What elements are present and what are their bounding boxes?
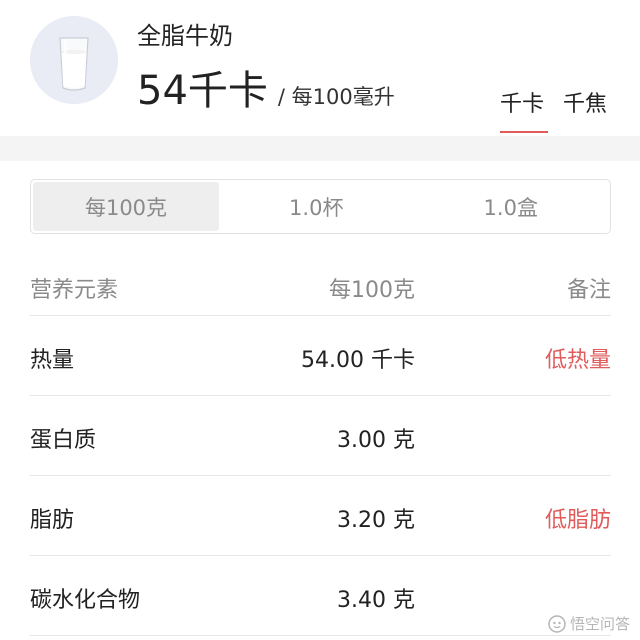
nutrient-name: 碳水化合物 xyxy=(30,588,141,613)
energy-unit: 千卡 xyxy=(187,68,268,114)
section-divider-band xyxy=(0,136,640,161)
nutrient-note: 低热量 xyxy=(544,348,611,373)
active-unit-indicator xyxy=(500,131,548,133)
energy-per-portion: / 每100毫升 xyxy=(277,85,395,109)
watermark-text: 悟空问答 xyxy=(569,615,630,633)
food-header: 全脂牛奶 54 千卡 / 每100毫升 千卡 千焦 xyxy=(0,0,640,136)
food-name: 全脂牛奶 xyxy=(137,22,233,50)
table-row: 蛋白质 3.00 克 xyxy=(30,396,611,476)
column-header-per-100g: 每100克 xyxy=(329,278,415,303)
tab-one-box[interactable]: 1.0盒 xyxy=(414,182,609,231)
table-row: 脂肪 3.20 克 低脂肪 xyxy=(30,476,611,556)
column-header-nutrient: 营养元素 xyxy=(30,278,119,303)
nutrient-name: 热量 xyxy=(30,348,75,373)
nutrition-table: 营养元素 每100克 备注 热量 54.00 千卡 低热量 蛋白质 3.00 克… xyxy=(30,256,611,636)
portion-tabs: 每100克 1.0杯 1.0盒 xyxy=(30,179,611,234)
energy-summary: 54 千卡 / 每100毫升 xyxy=(137,58,395,116)
unit-toggle-kcal[interactable]: 千卡 xyxy=(500,86,544,118)
nutrient-name: 脂肪 xyxy=(30,508,75,533)
nutrient-value: 54.00 千卡 xyxy=(301,348,415,373)
tab-one-cup[interactable]: 1.0杯 xyxy=(219,182,414,231)
unit-toggle-kj[interactable]: 千焦 xyxy=(563,86,607,118)
table-row: 碳水化合物 3.40 克 xyxy=(30,556,611,636)
nutrient-note: 低脂肪 xyxy=(544,508,611,533)
milk-glass-icon xyxy=(30,16,118,104)
energy-value: 54 xyxy=(137,68,188,114)
column-header-note: 备注 xyxy=(566,278,611,303)
watermark: 悟空问答 xyxy=(548,613,630,634)
nutrient-value: 3.20 克 xyxy=(337,508,415,533)
tab-per-100g[interactable]: 每100克 xyxy=(33,182,219,231)
table-row: 热量 54.00 千卡 低热量 xyxy=(30,316,611,396)
nutrient-value: 3.00 克 xyxy=(337,428,415,453)
nutrient-name: 蛋白质 xyxy=(30,428,97,453)
nutrient-value: 3.40 克 xyxy=(337,588,415,613)
milk-glass-image xyxy=(30,16,118,104)
table-header-row: 营养元素 每100克 备注 xyxy=(30,256,611,316)
wukong-logo-icon xyxy=(548,614,566,633)
